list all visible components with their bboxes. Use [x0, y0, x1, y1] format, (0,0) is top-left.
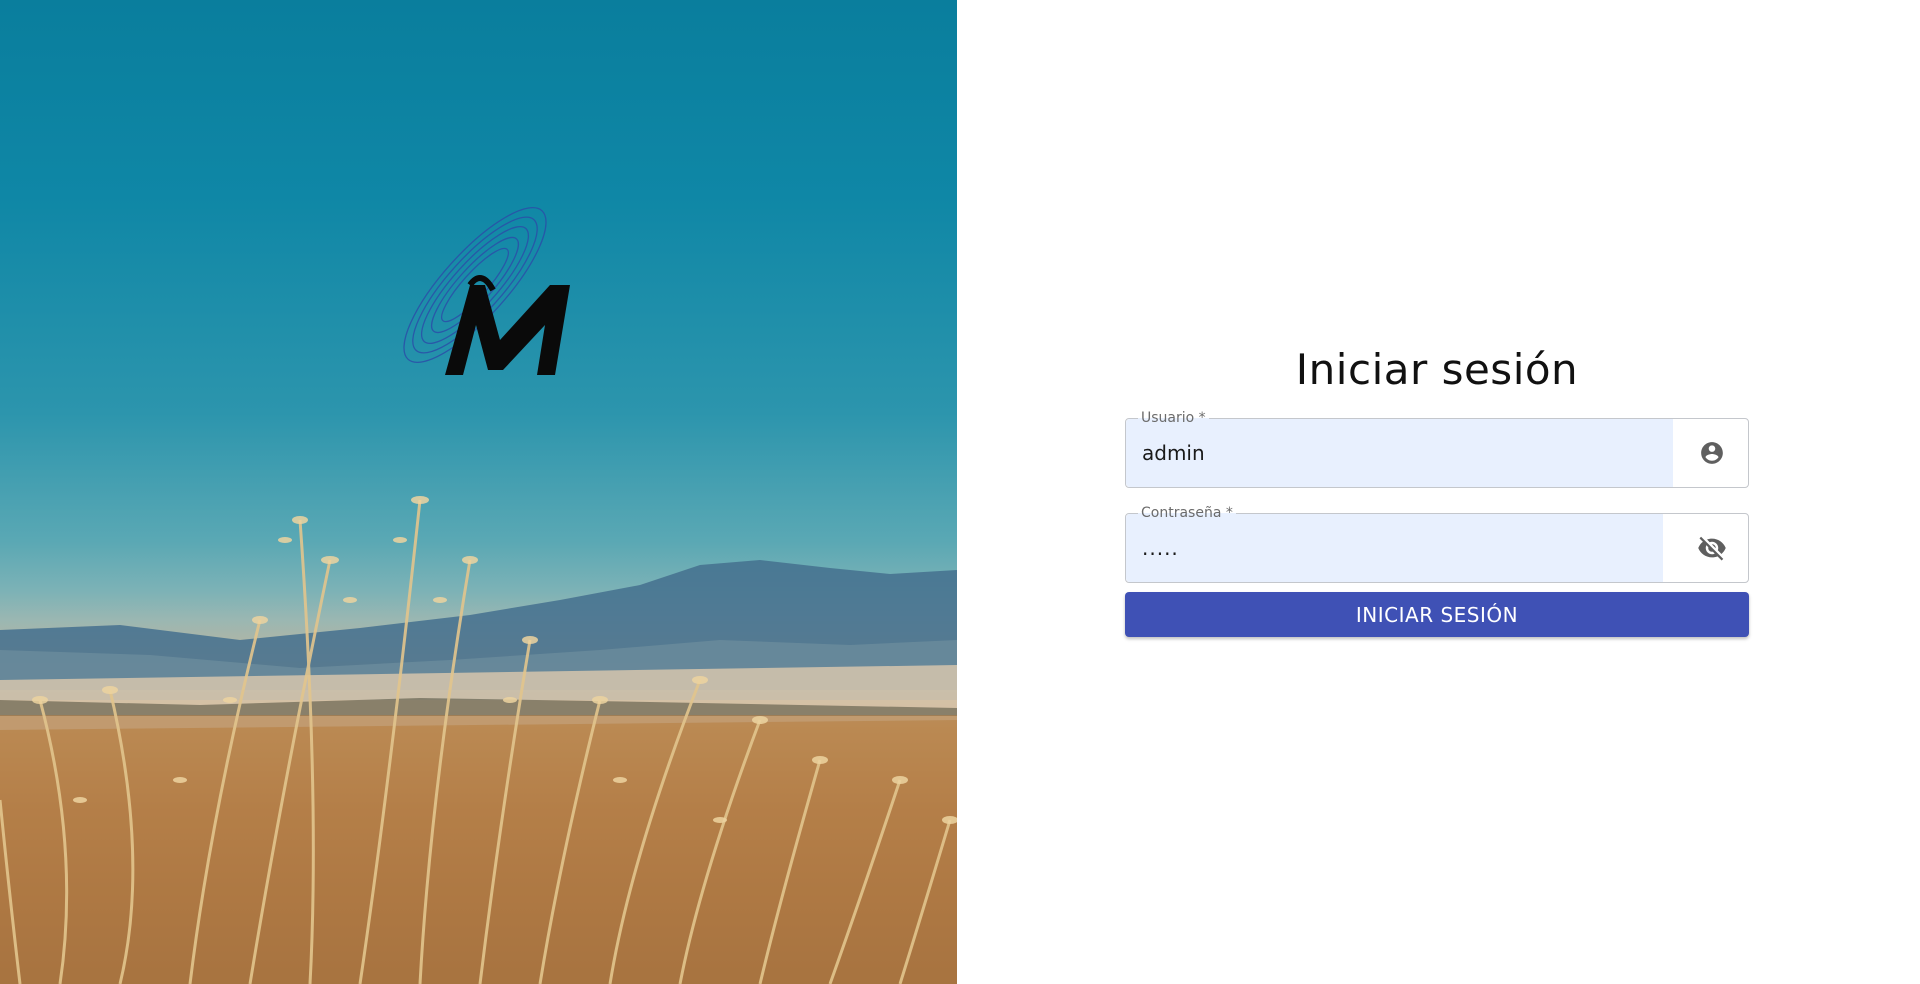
- login-form: Iniciar sesión Usuario * Contraseña *: [1125, 340, 1749, 637]
- brand-logo-icon: [403, 207, 570, 375]
- login-panel: Iniciar sesión Usuario * Contraseña *: [957, 0, 1920, 984]
- landscape-illustration: [0, 496, 957, 984]
- login-page: Iniciar sesión Usuario * Contraseña *: [0, 0, 1920, 984]
- login-button[interactable]: INICIAR SESIÓN: [1125, 592, 1749, 637]
- account-circle-icon: [1696, 437, 1728, 469]
- visibility-off-icon[interactable]: [1696, 532, 1728, 564]
- password-field[interactable]: Contraseña *: [1125, 505, 1749, 583]
- password-input[interactable]: [1142, 514, 1642, 582]
- username-input[interactable]: [1142, 419, 1642, 487]
- username-field[interactable]: Usuario *: [1125, 410, 1749, 488]
- hero-image: [0, 0, 957, 984]
- login-title: Iniciar sesión: [1295, 345, 1579, 394]
